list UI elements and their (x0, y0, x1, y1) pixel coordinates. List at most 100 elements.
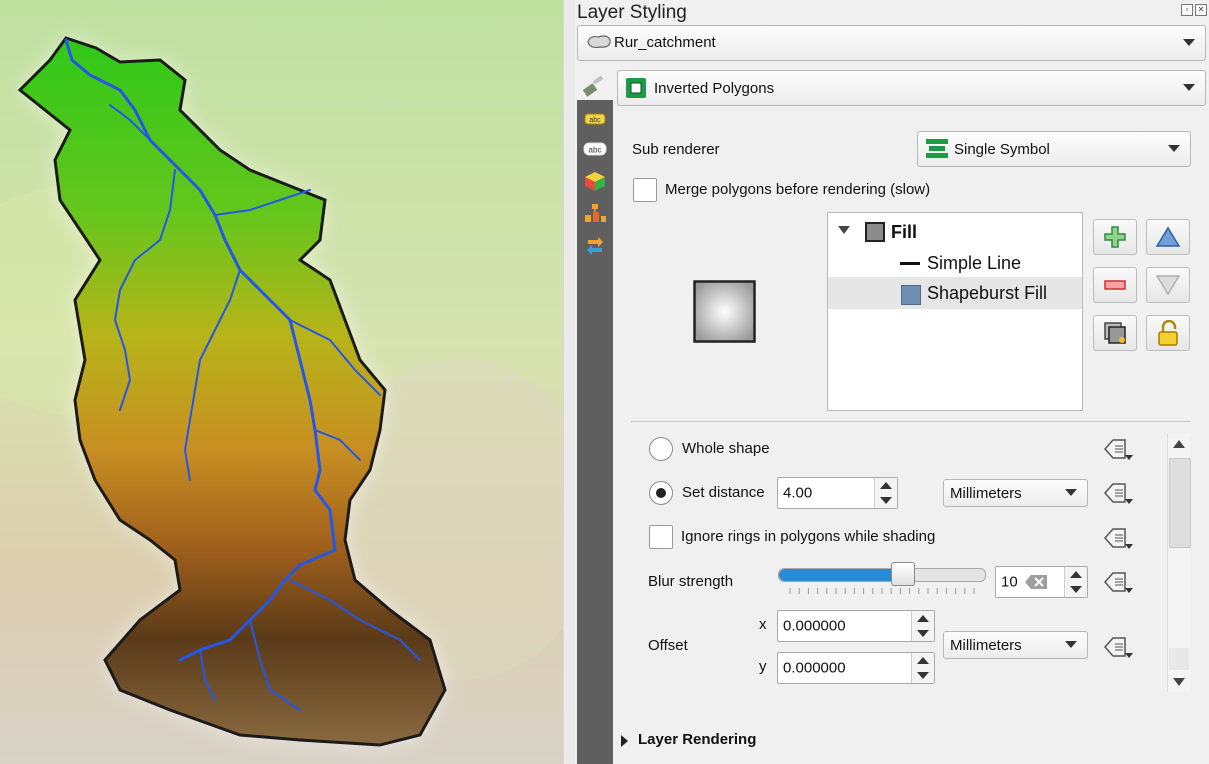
sub-renderer-label: Sub renderer (632, 141, 720, 158)
spinbox-buttons[interactable] (911, 611, 934, 641)
labels-icon[interactable]: abc (582, 108, 608, 130)
sub-renderer-value: Single Symbol (954, 141, 1050, 158)
symbol-layer-tree[interactable]: Fill Simple Line Shapeburst Fill (827, 212, 1083, 411)
add-symbol-layer-icon (1104, 226, 1126, 248)
tree-item-fill[interactable]: Fill (828, 215, 1082, 247)
move-up-button[interactable] (1146, 219, 1190, 255)
merge-polygons-checkbox[interactable] (633, 178, 657, 202)
abc-icon[interactable]: abc (582, 138, 608, 160)
scroll-up-icon[interactable] (1173, 440, 1185, 448)
distance-unit-value: Millimeters (950, 485, 1022, 502)
data-defined-icon[interactable] (1101, 436, 1135, 462)
ignore-rings-label: Ignore rings in polygons while shading (681, 528, 936, 545)
ignore-rings-checkbox[interactable] (649, 525, 673, 549)
polygon-layer-icon (587, 35, 611, 49)
layer-rendering-toggle[interactable]: Layer Rendering (638, 731, 756, 748)
blur-slider-handle[interactable] (891, 562, 915, 586)
map-render (0, 0, 563, 764)
offset-x-value: 0.000000 (783, 617, 846, 635)
data-defined-icon[interactable] (1101, 634, 1135, 660)
line-swatch-icon (900, 262, 920, 265)
float-panel-icon[interactable]: ▫ (1181, 4, 1193, 16)
svg-text:abc: abc (589, 146, 602, 155)
spinbox-buttons[interactable] (874, 478, 897, 508)
chevron-down-icon (1065, 641, 1077, 648)
data-defined-icon[interactable] (1101, 480, 1135, 506)
symbol-preview (693, 280, 756, 343)
chevron-down-icon (1183, 39, 1195, 46)
add-symbol-layer-button[interactable] (1093, 219, 1137, 255)
offset-x-label: x (759, 616, 767, 633)
duplicate-layer-icon (1104, 322, 1126, 344)
whole-shape-label: Whole shape (682, 440, 770, 457)
3d-cube-icon[interactable] (582, 170, 608, 192)
renderer-combo[interactable]: Inverted Polygons (617, 70, 1206, 106)
spinbox-buttons[interactable] (1064, 567, 1087, 597)
svg-text:abc: abc (589, 117, 601, 124)
chevron-down-icon (1168, 145, 1180, 152)
remove-symbol-layer-button[interactable] (1093, 267, 1137, 303)
data-defined-icon[interactable] (1101, 525, 1135, 551)
divider (631, 421, 1191, 422)
offset-y-label: y (759, 658, 767, 675)
paintbrush-icon[interactable] (581, 74, 607, 98)
move-down-button[interactable] (1146, 267, 1190, 303)
settings-scrollbar[interactable] (1167, 434, 1191, 692)
blur-spinbox[interactable]: 10 (995, 566, 1088, 598)
tree-item-shapeburst-fill[interactable]: Shapeburst Fill (828, 277, 1082, 309)
data-defined-icon[interactable] (1101, 569, 1135, 595)
chevron-right-icon[interactable] (621, 735, 628, 747)
layer-combo[interactable]: Rur_catchment (577, 25, 1206, 61)
fill-swatch-icon (865, 222, 885, 242)
diagram-icon[interactable] (582, 202, 608, 224)
set-distance-radio[interactable] (649, 481, 673, 505)
tree-item-label: Simple Line (927, 253, 1022, 273)
shapeburst-swatch-icon (901, 285, 921, 305)
spinbox-buttons[interactable] (911, 653, 934, 683)
distance-unit-combo[interactable]: Millimeters (943, 479, 1088, 507)
clear-icon[interactable] (1025, 575, 1049, 589)
offset-y-spinbox[interactable]: 0.000000 (777, 652, 935, 684)
whole-shape-radio[interactable] (649, 437, 673, 461)
renderer-combo-value: Inverted Polygons (654, 80, 775, 97)
blur-slider-track[interactable] (778, 568, 986, 582)
inverted-polygon-icon (626, 78, 646, 98)
blur-slider-ticks (789, 588, 975, 594)
layer-combo-value: Rur_catchment (614, 34, 716, 51)
distance-value: 4.00 (783, 484, 813, 502)
move-up-icon (1156, 226, 1180, 247)
blur-slider-fill (779, 569, 903, 581)
layer-styling-panel: Layer Styling ▫ ✕ Rur_catchment abc abc (575, 0, 1209, 764)
blur-strength-label: Blur strength (648, 573, 734, 590)
scrollbar-lower (1169, 648, 1189, 670)
chevron-down-icon (1183, 84, 1195, 91)
chevron-down-icon (1065, 489, 1077, 496)
tree-item-simple-line[interactable]: Simple Line (828, 247, 1082, 279)
offset-x-spinbox[interactable]: 0.000000 (777, 610, 935, 642)
style-tabs-toolbar: abc abc (577, 100, 613, 764)
history-icon[interactable] (582, 234, 608, 256)
scroll-down-icon[interactable] (1173, 678, 1185, 686)
offset-y-value: 0.000000 (783, 659, 846, 677)
offset-label: Offset (648, 637, 688, 654)
remove-symbol-layer-icon (1104, 280, 1126, 290)
single-symbol-icon (926, 139, 948, 158)
tree-item-label: Shapeburst Fill (927, 283, 1048, 303)
panel-title: Layer Styling (577, 2, 687, 23)
duplicate-layer-button[interactable] (1093, 315, 1137, 351)
lock-icon (1158, 320, 1178, 346)
set-distance-label: Set distance (682, 484, 765, 501)
distance-spinbox[interactable]: 4.00 (777, 477, 898, 509)
tree-item-label: Fill (891, 222, 917, 242)
lock-layer-button[interactable] (1146, 315, 1190, 351)
sub-renderer-combo[interactable]: Single Symbol (917, 131, 1191, 167)
merge-polygons-label: Merge polygons before rendering (slow) (665, 181, 931, 198)
offset-unit-combo[interactable]: Millimeters (943, 631, 1088, 659)
radio-selected-dot (656, 488, 666, 498)
blur-value: 10 (1001, 573, 1018, 591)
chevron-down-icon[interactable] (838, 226, 850, 234)
scrollbar-thumb[interactable] (1169, 458, 1191, 548)
move-down-icon (1156, 275, 1180, 296)
close-panel-icon[interactable]: ✕ (1195, 4, 1207, 16)
map-canvas[interactable] (0, 0, 563, 764)
